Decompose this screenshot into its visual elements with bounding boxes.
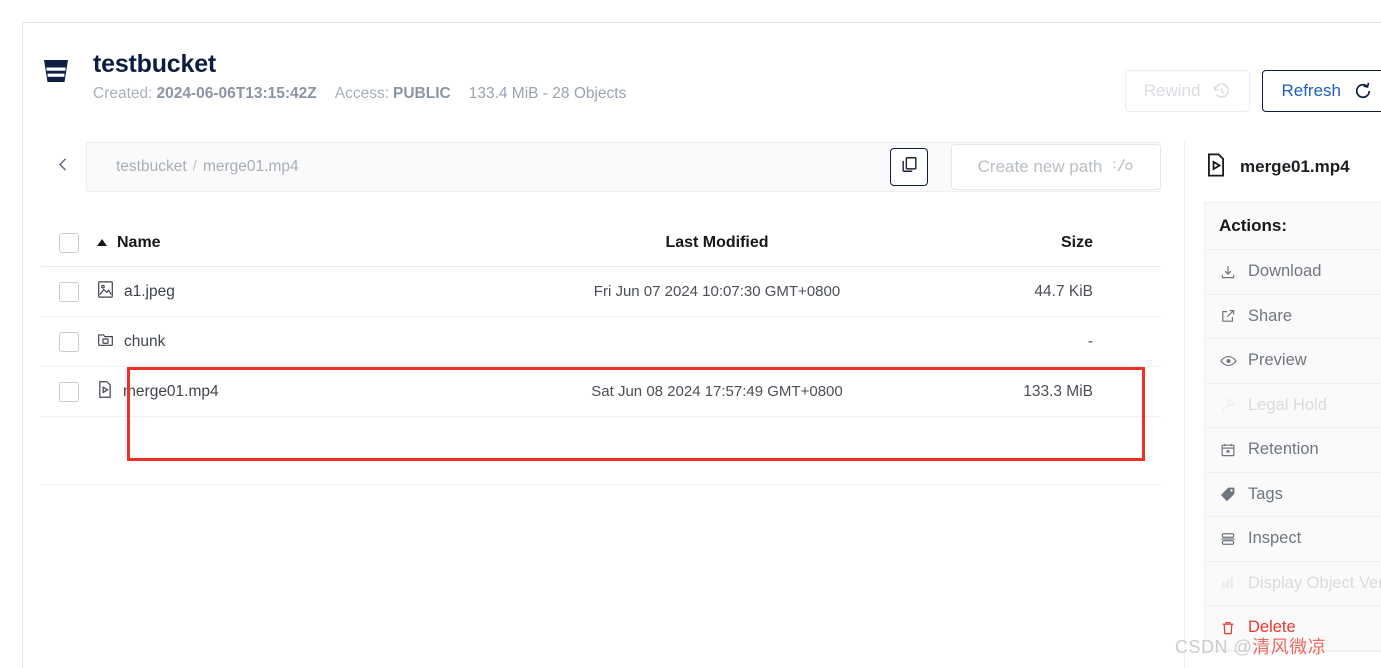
video-file-icon — [1204, 152, 1228, 183]
table-header-row: Name Last Modified Size — [41, 219, 1161, 267]
gavel-icon — [1219, 397, 1237, 413]
refresh-button[interactable]: Refresh — [1262, 70, 1381, 112]
bucket-meta: Created: 2024-06-06T13:15:42Z Access: PUBLI… — [93, 85, 626, 103]
row-checkbox[interactable] — [59, 381, 79, 402]
action-preview[interactable]: Preview — [1205, 339, 1381, 384]
action-display-object-versions[interactable]: Display Object Versions — [1205, 561, 1381, 606]
action-legal-hold[interactable]: Legal Hold — [1205, 383, 1381, 428]
object-table: Name Last Modified Size a1.jpeg Fri Jun … — [41, 219, 1161, 485]
breadcrumb-separator: / — [192, 158, 197, 175]
column-header-last-modified[interactable]: Last Modified — [567, 234, 867, 252]
row-checkbox[interactable] — [59, 331, 79, 352]
row-select-cell — [41, 331, 97, 352]
table-empty-row — [41, 417, 1161, 485]
bucket-icon — [39, 54, 73, 88]
eye-icon — [1219, 354, 1237, 368]
back-button[interactable] — [41, 142, 87, 192]
refresh-icon — [1353, 81, 1373, 101]
action-label: Tags — [1248, 484, 1283, 503]
action-label: Display Object Versions — [1248, 573, 1381, 592]
create-new-path-button[interactable]: Create new path — [951, 144, 1161, 190]
action-share[interactable]: Share — [1205, 294, 1381, 339]
breadcrumb-current: merge01.mp4 — [202, 158, 299, 175]
create-path-label: Create new path — [977, 157, 1103, 176]
minio-object-browser: testbucket Created: 2024-06-06T13:15:42Z A… — [0, 0, 1381, 668]
access-label: Access: — [334, 85, 389, 102]
csdn-watermark: CSDN @清风微凉 — [1175, 633, 1326, 659]
action-label: Retention — [1248, 440, 1319, 459]
row-name-label: merge01.mp4 — [123, 382, 219, 400]
column-header-name[interactable]: Name — [97, 234, 567, 252]
share-icon — [1219, 308, 1237, 324]
path-slash-icon — [1112, 156, 1134, 179]
row-name-cell[interactable]: chunk — [97, 330, 567, 353]
refresh-label: Refresh — [1281, 81, 1341, 100]
bucket-card: testbucket Created: 2024-06-06T13:15:42Z A… — [22, 22, 1381, 668]
rewind-button[interactable]: Rewind — [1124, 70, 1251, 112]
action-label: Preview — [1248, 351, 1307, 370]
watermark-prefix: CSDN @ — [1175, 637, 1253, 657]
calendar-icon — [1219, 442, 1237, 458]
inspect-icon — [1219, 531, 1237, 547]
chevron-left-icon — [55, 155, 72, 179]
row-name-label: a1.jpeg — [124, 282, 175, 300]
bucket-title: testbucket — [93, 50, 217, 78]
header-actions: Rewind Refresh — [1124, 70, 1381, 112]
action-label: Legal Hold — [1248, 395, 1327, 414]
row-size: 44.7 KiB — [1034, 282, 1093, 300]
column-header-name-label: Name — [117, 233, 161, 251]
breadcrumb-root[interactable]: testbucket — [116, 158, 187, 176]
column-header-size[interactable]: Size — [867, 234, 1132, 252]
action-label: Inspect — [1248, 529, 1302, 548]
action-inspect[interactable]: Inspect — [1205, 517, 1381, 562]
object-details-panel: merge01.mp4 Actions: Download Share Prev… — [1184, 142, 1381, 668]
bucket-header: testbucket Created: 2024-06-06T13:15:42Z A… — [23, 23, 1381, 119]
rewind-label: Rewind — [1143, 81, 1201, 100]
row-select-cell — [41, 281, 97, 302]
access-value: PUBLIC — [393, 85, 451, 102]
row-select-cell — [41, 381, 97, 402]
bucket-summary: 133.4 MiB - 28 Objects — [468, 85, 627, 102]
row-checkbox[interactable] — [59, 281, 79, 302]
row-modified: Fri Jun 07 2024 10:07:30 GMT+0800 — [593, 283, 841, 300]
action-download[interactable]: Download — [1205, 250, 1381, 295]
action-label: Share — [1248, 306, 1293, 325]
copy-path-button[interactable] — [890, 148, 928, 186]
action-retention[interactable]: Retention — [1205, 428, 1381, 473]
select-all-checkbox[interactable] — [59, 232, 79, 253]
folder-icon — [97, 330, 114, 353]
table-row[interactable]: merge01.mp4 Sat Jun 08 2024 17:57:49 GMT… — [41, 367, 1161, 417]
table-row[interactable]: a1.jpeg Fri Jun 07 2024 10:07:30 GMT+080… — [41, 267, 1161, 317]
row-name-cell[interactable]: merge01.mp4 — [97, 380, 567, 404]
action-tags[interactable]: Tags — [1205, 472, 1381, 517]
actions-header: Actions: — [1205, 203, 1381, 250]
created-label: Created: — [93, 85, 153, 102]
select-all-cell — [41, 232, 97, 253]
row-name-label: chunk — [124, 332, 166, 350]
versions-icon — [1219, 575, 1237, 591]
tag-icon — [1219, 486, 1237, 502]
created-value: 2024-06-06T13:15:42Z — [156, 85, 317, 102]
video-file-icon — [97, 380, 113, 404]
image-file-icon — [97, 280, 114, 304]
actions-list: Actions: Download Share Preview Legal Ho… — [1204, 202, 1381, 652]
object-title: merge01.mp4 — [1204, 142, 1381, 192]
sort-ascending-icon — [97, 239, 107, 246]
download-icon — [1219, 264, 1237, 280]
object-title-label: merge01.mp4 — [1240, 157, 1350, 176]
table-row[interactable]: chunk - — [41, 317, 1161, 367]
row-name-cell[interactable]: a1.jpeg — [97, 280, 567, 304]
row-size: - — [1087, 332, 1093, 350]
rewind-clock-icon — [1212, 82, 1231, 101]
breadcrumb-bar: testbucket / merge01.mp4 Create new path — [41, 142, 1161, 192]
action-label: Download — [1248, 262, 1322, 281]
row-modified: Sat Jun 08 2024 17:57:49 GMT+0800 — [591, 383, 843, 400]
row-size: 133.3 MiB — [1023, 382, 1093, 400]
copy-icon — [900, 155, 919, 179]
watermark-author: 清风微凉 — [1252, 637, 1327, 657]
